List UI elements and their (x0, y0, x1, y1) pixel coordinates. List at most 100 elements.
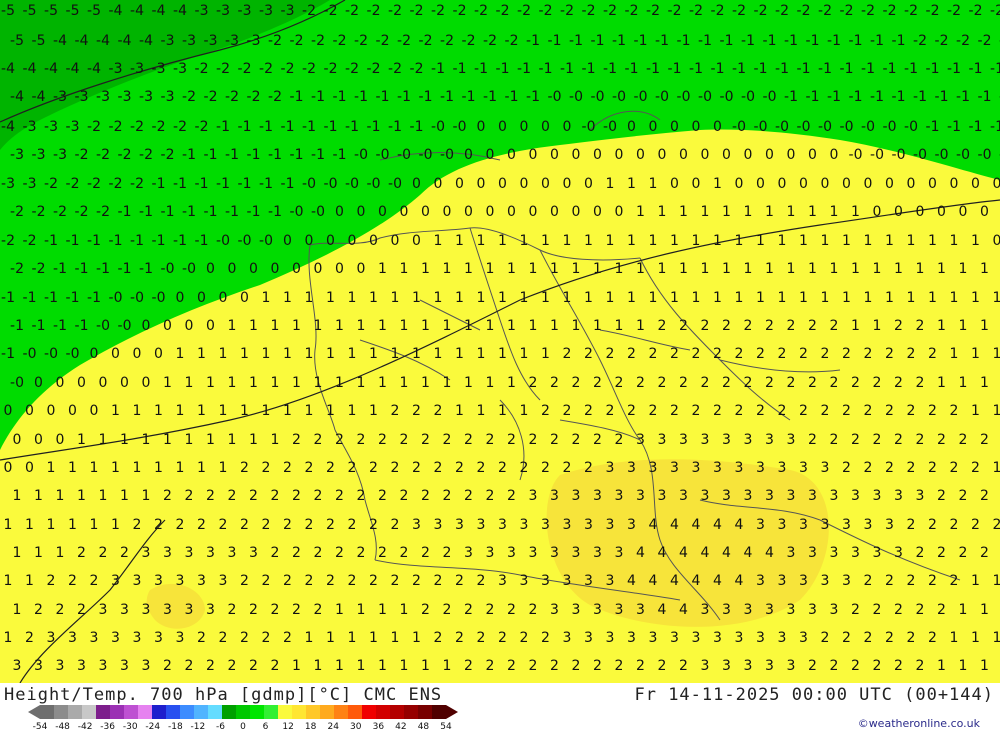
temperature-value: -1 (947, 61, 961, 77)
temperature-value: -1 (990, 119, 1000, 135)
temperature-value: -1 (75, 261, 89, 277)
temperature-value: 1 (434, 290, 443, 306)
temperature-value: 2 (756, 403, 765, 419)
temperature-value: -3 (1, 176, 15, 192)
temperature-value: -0 (612, 89, 626, 105)
temperature-value: 2 (916, 545, 925, 561)
temperature-value: 2 (228, 602, 237, 618)
temperature-value: -1 (474, 61, 488, 77)
scale-tick-label: -36 (100, 722, 116, 732)
temperature-value: 2 (928, 460, 937, 476)
temperature-value: 1 (636, 318, 645, 334)
temperature-value: 2 (421, 432, 430, 448)
temperature-value: 3 (649, 460, 658, 476)
temperature-value: 1 (421, 261, 430, 277)
temperature-value: -2 (44, 176, 58, 192)
temperature-value: 0 (68, 403, 77, 419)
temperature-value: 1 (937, 318, 946, 334)
temperature-value: 1 (722, 261, 731, 277)
temperature-value: -1 (741, 33, 755, 49)
temperature-value: -0 (345, 176, 359, 192)
temperature-value: -3 (118, 89, 132, 105)
temperature-value: 3 (606, 460, 615, 476)
temperature-value: 3 (142, 602, 151, 618)
temperature-value: 1 (937, 658, 946, 674)
temperature-value: -1 (883, 61, 897, 77)
temperature-value: -0 (152, 290, 166, 306)
temperature-value: 4 (679, 545, 688, 561)
temperature-value: 3 (701, 488, 710, 504)
temperature-value: 2 (851, 658, 860, 674)
temperature-value: -2 (969, 3, 983, 19)
temperature-value: 0 (959, 204, 968, 220)
temperature-value: -1 (625, 61, 639, 77)
temperature-value: 2 (228, 488, 237, 504)
temperature-value: 0 (692, 176, 701, 192)
temperature-value: -1 (947, 119, 961, 135)
temperature-value: 1 (993, 573, 1000, 589)
temperature-value: 0 (47, 403, 56, 419)
temperature-value: -1 (290, 147, 304, 163)
temperature-value: 2 (47, 573, 56, 589)
temperature-value: 1 (348, 403, 357, 419)
temperature-value: 1 (219, 403, 228, 419)
temperature-value: -0 (591, 89, 605, 105)
temperature-value: -1 (689, 61, 703, 77)
temperature-value: 2 (335, 545, 344, 561)
scale-swatch (82, 705, 96, 719)
temperature-value: 1 (271, 318, 280, 334)
temperature-value: 2 (391, 573, 400, 589)
temperature-value: 2 (821, 346, 830, 362)
temperature-value: -2 (75, 147, 89, 163)
temperature-value: 2 (314, 432, 323, 448)
temperature-value: 0 (400, 204, 409, 220)
temperature-value: -2 (913, 33, 927, 49)
temperature-value: 2 (477, 460, 486, 476)
temperature-value: 1 (13, 488, 22, 504)
temperature-value: 1 (163, 432, 172, 448)
temperature-value: 4 (713, 573, 722, 589)
temperature-value: 2 (950, 573, 959, 589)
temperature-value: 2 (529, 375, 538, 391)
temperature-value: 0 (787, 147, 796, 163)
temperature-value: 3 (111, 573, 120, 589)
temperature-value: 1 (593, 318, 602, 334)
temperature-value: 3 (765, 488, 774, 504)
temperature-value: 1 (412, 290, 421, 306)
temperature-value: 3 (842, 517, 851, 533)
temperature-value: -2 (440, 33, 454, 49)
temperature-value: 2 (412, 573, 421, 589)
temperature-value: -4 (44, 61, 58, 77)
temperature-value: 2 (842, 630, 851, 646)
temperature-value: 1 (262, 290, 271, 306)
temperature-value: 2 (34, 602, 43, 618)
temperature-value: 3 (541, 517, 550, 533)
temperature-value: -2 (775, 3, 789, 19)
temperature-value: 2 (391, 517, 400, 533)
temperature-value: 2 (133, 517, 142, 533)
temperature-value: 3 (615, 545, 624, 561)
temperature-value: 3 (787, 432, 796, 448)
temperature-value: 3 (90, 630, 99, 646)
temperature-value: -1 (591, 33, 605, 49)
temperature-value: -1 (173, 176, 187, 192)
temperature-value: 3 (765, 602, 774, 618)
temperature-value: 2 (507, 658, 516, 674)
temperature-value: -3 (238, 3, 252, 19)
temperature-value: -1 (969, 61, 983, 77)
temperature-value: 2 (636, 375, 645, 391)
temperature-value: 3 (744, 602, 753, 618)
temperature-value: 1 (369, 290, 378, 306)
temperature-value: 0 (369, 233, 378, 249)
temperature-value: 1 (400, 602, 409, 618)
temperature-value: -2 (453, 3, 467, 19)
temperature-value: 3 (799, 460, 808, 476)
temperature-value: 0 (111, 346, 120, 362)
temperature-value: 1 (520, 233, 529, 249)
temperature-value: 2 (658, 318, 667, 334)
temperature-value: 2 (283, 573, 292, 589)
temperature-value: 1 (971, 290, 980, 306)
temperature-value: -0 (655, 89, 669, 105)
temperature-value: 3 (778, 517, 787, 533)
temperature-value: -2 (926, 3, 940, 19)
